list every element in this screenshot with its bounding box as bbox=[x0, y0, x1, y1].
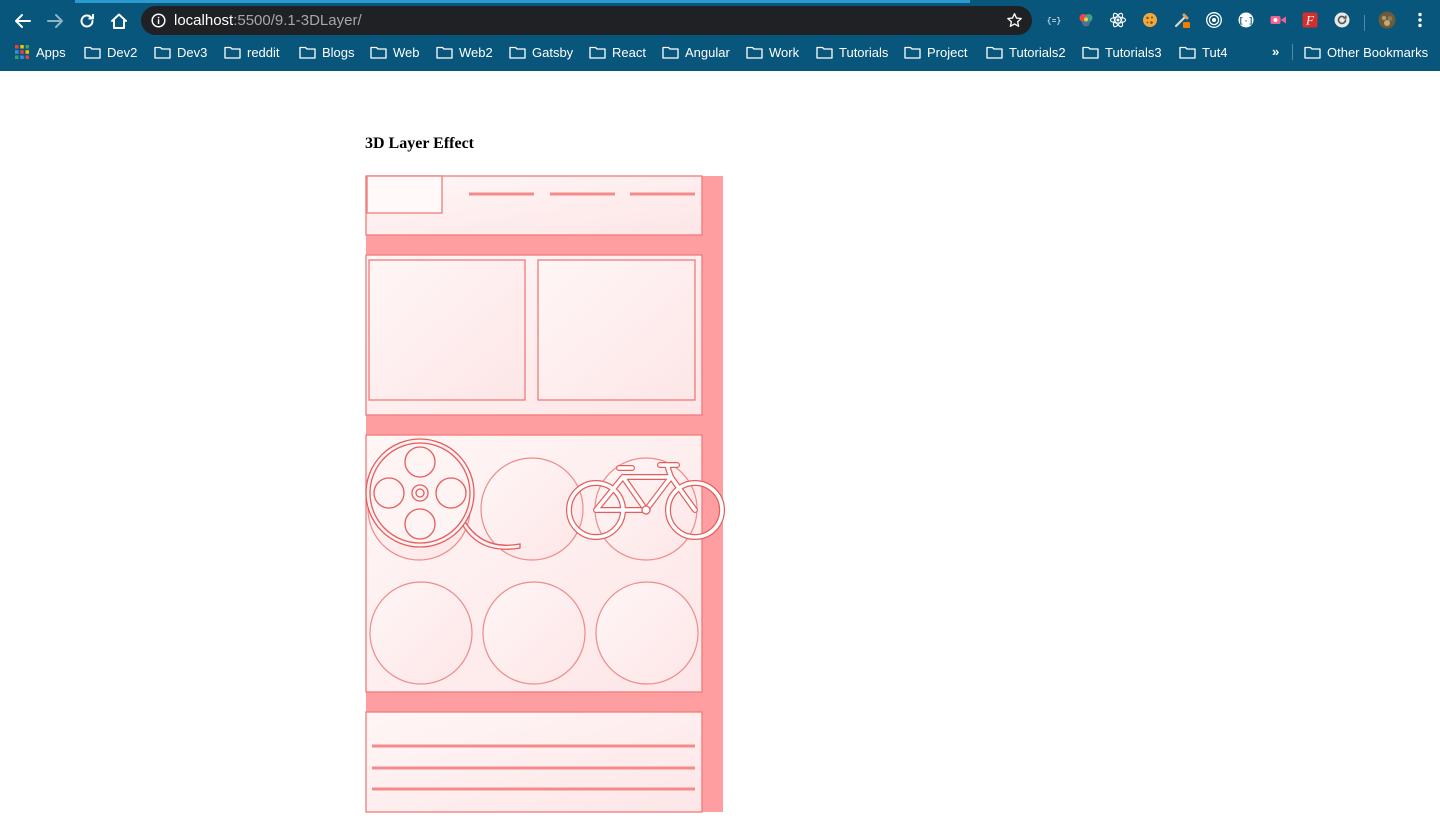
bookmark-label: Dev2 bbox=[107, 44, 138, 60]
bookmark-label: Apps bbox=[36, 44, 66, 60]
bookmark-folder-tut4[interactable]: Tut4 bbox=[1179, 40, 1228, 64]
url-host: localhost bbox=[174, 12, 234, 29]
bookmark-folder-project[interactable]: Project bbox=[904, 40, 967, 64]
bookmark-folder-dev2[interactable]: Dev2 bbox=[84, 40, 137, 64]
bookmark-label: reddit bbox=[247, 44, 280, 60]
bookmark-label: Tutorials3 bbox=[1105, 44, 1162, 60]
bookmark-label: Angular bbox=[685, 44, 730, 60]
bookmark-folder-dev3[interactable]: Dev3 bbox=[154, 40, 207, 64]
forward-button[interactable] bbox=[42, 8, 68, 34]
bracket-icon[interactable]: [·] bbox=[1236, 10, 1256, 30]
bookmark-folder-tutorials2[interactable]: Tutorials2 bbox=[986, 40, 1066, 64]
bookmarks-separator bbox=[1292, 44, 1293, 60]
reload-button[interactable] bbox=[74, 8, 100, 34]
card-right bbox=[537, 259, 696, 401]
folder-icon bbox=[986, 46, 1003, 59]
folder-icon bbox=[662, 46, 679, 59]
layer-illustration bbox=[365, 175, 725, 813]
font-icon[interactable]: F bbox=[1300, 10, 1320, 30]
card-left bbox=[368, 259, 526, 401]
folder-icon bbox=[904, 46, 921, 59]
eyedropper-icon[interactable] bbox=[1172, 10, 1192, 30]
bookmark-label: Work bbox=[769, 44, 800, 60]
bookmark-folder-angular[interactable]: Angular bbox=[662, 40, 730, 64]
circle-item bbox=[482, 581, 586, 685]
folder-icon bbox=[1304, 46, 1321, 59]
bookmark-apps[interactable]: Apps bbox=[14, 40, 66, 64]
folder-icon bbox=[299, 46, 316, 59]
bookmarks-overflow-button[interactable]: » bbox=[1272, 44, 1279, 59]
folder-icon bbox=[84, 46, 101, 59]
url-text[interactable]: localhost:5500/9.1-3DLayer/ bbox=[174, 12, 362, 29]
bookmark-folder-gatsby[interactable]: Gatsby bbox=[509, 40, 573, 64]
color-wheel-icon[interactable] bbox=[1076, 10, 1096, 30]
toolbar-separator bbox=[1364, 15, 1365, 31]
arrow-left-icon bbox=[15, 14, 31, 28]
bookmark-label: Dev3 bbox=[177, 44, 208, 60]
bookmark-folder-tutorials[interactable]: Tutorials bbox=[816, 40, 888, 64]
circle-item bbox=[369, 581, 473, 685]
bookmark-folder-reddit[interactable]: reddit bbox=[224, 40, 280, 64]
folder-icon bbox=[1082, 46, 1099, 59]
folder-icon bbox=[224, 46, 241, 59]
bookmark-label: Other Bookmarks bbox=[1327, 44, 1429, 60]
home-button[interactable] bbox=[106, 8, 132, 34]
react-devtools-icon[interactable] bbox=[1108, 10, 1128, 30]
folder-icon bbox=[1179, 46, 1196, 59]
folder-icon bbox=[154, 46, 171, 59]
bookmark-label: React bbox=[612, 44, 646, 60]
bookmark-folder-web[interactable]: Web bbox=[370, 40, 420, 64]
folder-icon bbox=[370, 46, 387, 59]
target-icon[interactable] bbox=[1204, 10, 1224, 30]
arrow-right-icon bbox=[47, 14, 63, 28]
bookmark-label: Gatsby bbox=[532, 44, 574, 60]
page-title: 3D Layer Effect bbox=[365, 135, 474, 152]
video-icon[interactable] bbox=[1268, 10, 1288, 30]
bookmark-label: Tutorials bbox=[839, 44, 889, 60]
folder-icon bbox=[436, 46, 453, 59]
cards-layer bbox=[365, 254, 703, 416]
star-icon[interactable] bbox=[1006, 12, 1023, 29]
info-icon[interactable] bbox=[151, 13, 166, 28]
folder-icon bbox=[746, 46, 763, 59]
bookmark-label: Project bbox=[927, 44, 968, 60]
bookmark-folder-work[interactable]: Work bbox=[746, 40, 799, 64]
bookmarks-bar: Apps Dev2 Dev3 reddit Blogs Web Web2 Gat… bbox=[0, 40, 1440, 64]
browser-chrome: localhost:5500/9.1-3DLayer/ {=} [·] F Ap… bbox=[0, 0, 1440, 71]
profile-avatar[interactable] bbox=[1377, 10, 1397, 30]
folder-icon bbox=[589, 46, 606, 59]
back-button[interactable] bbox=[10, 8, 36, 34]
folder-icon bbox=[509, 46, 526, 59]
circle-item bbox=[595, 581, 699, 685]
browser-toolbar: localhost:5500/9.1-3DLayer/ {=} [·] F bbox=[0, 4, 1440, 38]
apps-grid-icon bbox=[15, 45, 29, 59]
url-path: :5500/9.1-3DLayer/ bbox=[233, 12, 362, 29]
bookmark-label: Web2 bbox=[459, 44, 493, 60]
page-viewport: 3D Layer Effect bbox=[0, 71, 1440, 836]
refresh-ext-icon[interactable] bbox=[1332, 10, 1352, 30]
svg-text:{=}: {=} bbox=[1047, 17, 1061, 26]
bookmark-folder-blogs[interactable]: Blogs bbox=[299, 40, 355, 64]
folder-icon bbox=[816, 46, 833, 59]
reload-icon bbox=[80, 14, 94, 28]
kebab-menu-icon[interactable] bbox=[1410, 10, 1430, 30]
bookmark-label: Web bbox=[393, 44, 420, 60]
json-viewer-icon[interactable]: {=} bbox=[1044, 10, 1064, 30]
bookmark-other-bookmarks[interactable]: Other Bookmarks bbox=[1304, 40, 1428, 64]
header-layer bbox=[365, 175, 703, 236]
cookie-icon[interactable] bbox=[1140, 10, 1160, 30]
bookmark-label: Tutorials2 bbox=[1009, 44, 1066, 60]
active-tab-indicator bbox=[75, 0, 970, 3]
svg-text:F: F bbox=[1305, 13, 1315, 28]
bookmark-folder-web2[interactable]: Web2 bbox=[436, 40, 493, 64]
bookmark-folder-react[interactable]: React bbox=[589, 40, 646, 64]
bookmark-label: Tut4 bbox=[1202, 44, 1228, 60]
text-layer bbox=[365, 711, 703, 813]
bookmark-folder-tutorials3[interactable]: Tutorials3 bbox=[1082, 40, 1162, 64]
address-bar[interactable]: localhost:5500/9.1-3DLayer/ bbox=[141, 6, 1032, 35]
logo-box bbox=[366, 175, 443, 214]
home-icon bbox=[111, 13, 127, 29]
bookmark-label: Blogs bbox=[322, 44, 355, 60]
svg-text:[·]: [·] bbox=[1239, 17, 1253, 26]
